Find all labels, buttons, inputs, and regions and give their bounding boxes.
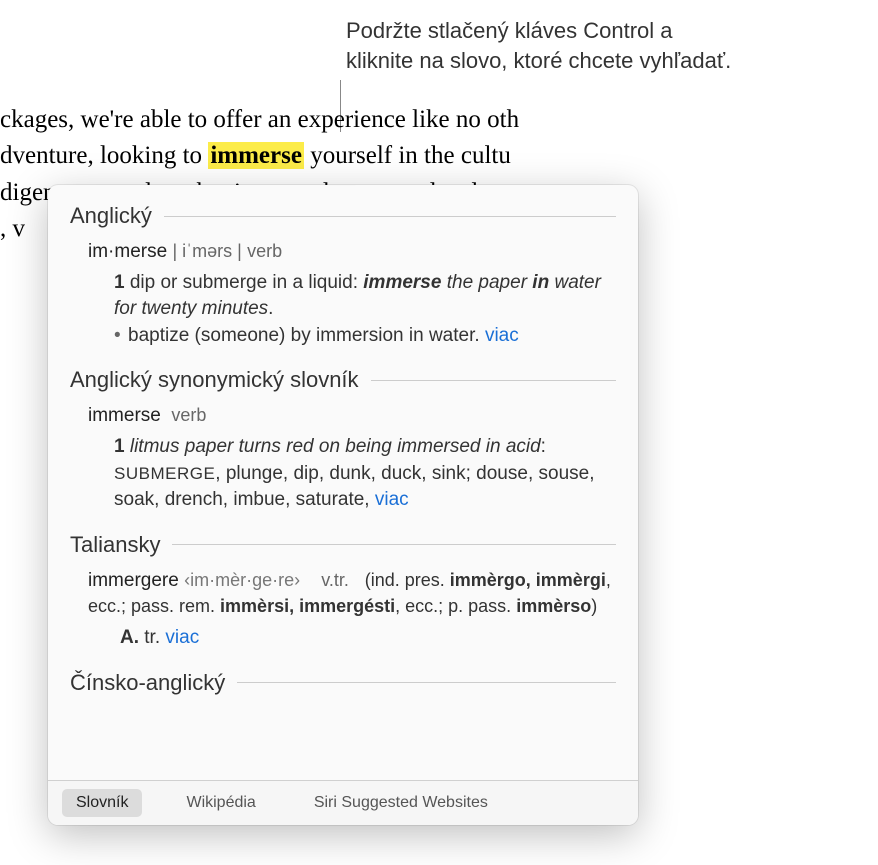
section-title-italian: Taliansky <box>70 532 160 558</box>
callout-line1: Podržte stlačený kláves Control a <box>346 18 673 43</box>
conj-end: ) <box>591 596 597 616</box>
document-line-2: dventure, looking to immerse yourself in… <box>0 138 519 174</box>
section-rule <box>371 380 616 381</box>
section-heading-chinese: Čínsko-anglický <box>70 670 616 696</box>
example-mid: the paper <box>441 272 532 293</box>
entry-english: im·merse | iˈmərs | verb 1 dip or submer… <box>70 239 616 349</box>
section-rule <box>237 682 616 683</box>
conj-mid2: , ecc.; p. pass. <box>395 596 516 616</box>
section-rule <box>172 544 616 545</box>
def-text: dip or submerge in a liquid: <box>130 272 363 293</box>
popup-footer: Slovník Wikipédia Siri Suggested Website… <box>48 780 638 825</box>
conj-intro: (ind. pres. <box>365 570 450 590</box>
callout-instruction: Podržte stlačený kláves Control a klikni… <box>346 16 776 75</box>
conj-1: immèrgo, immèrgi <box>450 570 606 590</box>
example-thesaurus: litmus paper turns red on being immersed… <box>130 436 541 457</box>
document-line-1: ckages, we're able to offer an experienc… <box>0 102 519 138</box>
pos-thesaurus: verb <box>171 405 206 425</box>
pos-english: verb <box>247 241 282 261</box>
pos-italian: v.tr. <box>321 570 349 590</box>
def-number: 1 <box>114 272 125 293</box>
section-title-thesaurus: Anglický synonymický slovník <box>70 367 359 393</box>
footer-tab-siri[interactable]: Siri Suggested Websites <box>300 789 502 817</box>
primary-synonym: SUBMERGE <box>114 464 215 483</box>
sub-def-text: baptize (someone) by immersion in water. <box>128 325 480 346</box>
def-number-thes: 1 <box>114 436 125 457</box>
more-link-italian[interactable]: viac <box>165 627 199 648</box>
definition-block-italian: A. tr. viac <box>88 625 616 652</box>
more-link-english[interactable]: viac <box>485 325 519 346</box>
example-bold-2: in <box>532 272 549 293</box>
section-title-chinese: Čínsko-anglický <box>70 670 225 696</box>
headword-italian: immergere <box>88 570 179 591</box>
section-rule <box>164 216 616 217</box>
section-heading-thesaurus: Anglický synonymický slovník <box>70 367 616 393</box>
section-heading-italian: Taliansky <box>70 532 616 558</box>
definition-block-thesaurus: 1 litmus paper turns red on being immers… <box>88 434 616 514</box>
section-heading-english: Anglický <box>70 203 616 229</box>
conj-3: immèrso <box>516 596 591 616</box>
entry-italian: immergere ‹im·mèr·ge·re› v.tr. (ind. pre… <box>70 568 616 652</box>
footer-tab-dictionary[interactable]: Slovník <box>62 789 142 817</box>
syllabified-italian: ‹im·mèr·ge·re› <box>184 570 300 590</box>
document-line-2-pre: dventure, looking to <box>0 142 208 169</box>
popup-content: Anglický im·merse | iˈmərs | verb 1 dip … <box>48 185 638 780</box>
example-bold-1: immerse <box>363 272 441 293</box>
more-link-thesaurus[interactable]: viac <box>375 489 409 510</box>
document-line-2-post: yourself in the cultu <box>304 142 511 169</box>
headword-english: im·merse <box>88 241 167 262</box>
sub-text-italian: tr. <box>144 627 160 648</box>
highlighted-word[interactable]: immerse <box>208 142 304 169</box>
conj-2: immèrsi, immergésti <box>220 596 395 616</box>
section-title-english: Anglický <box>70 203 152 229</box>
sub-letter-italian: A. <box>120 627 139 648</box>
definition-block-english: 1 dip or submerge in a liquid: immerse t… <box>88 270 616 350</box>
callout-line2: kliknite na slovo, ktoré chcete vyhľadať… <box>346 48 731 73</box>
lookup-popup: Anglický im·merse | iˈmərs | verb 1 dip … <box>48 185 638 825</box>
footer-tab-wikipedia[interactable]: Wikipédia <box>172 789 269 817</box>
sub-definition-english: baptize (someone) by immersion in water.… <box>114 323 616 350</box>
pronunciation-english: | iˈmərs | <box>172 241 241 261</box>
entry-thesaurus: immerse verb 1 litmus paper turns red on… <box>70 403 616 513</box>
headword-thesaurus: immerse <box>88 405 161 426</box>
